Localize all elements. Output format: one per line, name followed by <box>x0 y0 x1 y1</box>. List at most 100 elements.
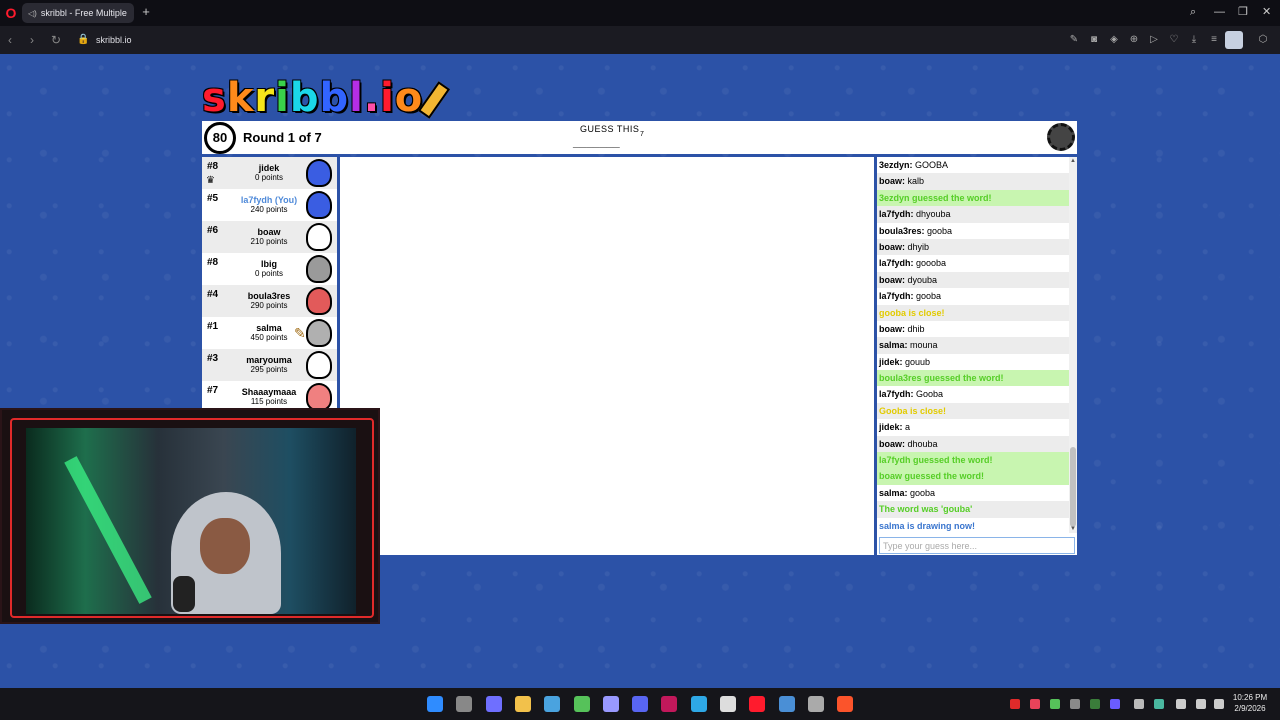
chat-author: la7fydh: <box>879 291 917 302</box>
chat-author: 3ezdyn: <box>879 160 916 170</box>
taskbar-app-icon[interactable] <box>456 696 473 712</box>
tray-green-icon[interactable] <box>1090 699 1100 709</box>
chat-author: la7fydh: <box>879 209 917 220</box>
download-icon[interactable]: ⤓ <box>1188 34 1200 46</box>
chat-message: salma is drawing now! <box>877 517 1069 533</box>
clock-time[interactable]: 10:26 PM <box>1230 693 1270 702</box>
player-row[interactable]: #8 lbig 0 points <box>202 253 337 285</box>
clock-date[interactable]: 2/9/2026 <box>1230 704 1270 713</box>
player-row[interactable]: #6 boaw 210 points <box>202 221 337 253</box>
menu-icon[interactable]: ≡ <box>1208 34 1220 46</box>
heart-icon[interactable]: ♡ <box>1168 34 1180 46</box>
player-row[interactable]: #1 salma 450 points ✎ <box>202 317 337 349</box>
chat-author: salma: <box>879 487 911 498</box>
chat-message: Gooba is close! <box>877 402 1069 420</box>
player-row[interactable]: #5 la7fydh (You) 240 points <box>202 189 337 221</box>
shield-icon[interactable]: ◈ <box>1108 34 1120 46</box>
taskbar-app-icon[interactable] <box>837 696 854 712</box>
scroll-down-icon[interactable]: ▼ <box>1069 525 1077 533</box>
browser-tab[interactable]: ◁) skribbl - Free Multiple <box>22 3 134 23</box>
edit-icon[interactable]: ✎ <box>1068 34 1080 46</box>
player-row[interactable]: #7 Shaaaymaaa 115 points <box>202 381 337 409</box>
taskbar-app-icon[interactable] <box>427 696 443 712</box>
camera-icon[interactable]: ◙ <box>1088 34 1100 46</box>
scroll-thumb[interactable] <box>1070 447 1076 527</box>
tray-settings-icon[interactable] <box>1134 699 1144 709</box>
timer-value: 80 <box>212 130 228 145</box>
drawing-canvas[interactable] <box>340 157 874 555</box>
chat-author: boaw: <box>879 274 908 285</box>
player-row[interactable]: #4 boula3res 290 points <box>202 285 337 317</box>
vpn-icon[interactable]: ⊕ <box>1128 34 1140 46</box>
extensions-icon[interactable]: ⬡ <box>1257 34 1269 46</box>
taskbar-app-icon[interactable] <box>807 696 824 712</box>
tray-steam-icon[interactable] <box>1070 699 1080 709</box>
chat-author: la7fydh: <box>879 258 917 269</box>
chat-message: boaw: dhib <box>877 320 1069 338</box>
player-name: Shaaaymaaa <box>241 387 297 397</box>
chat-text: gouub <box>905 356 931 367</box>
opera-logo-icon[interactable]: O <box>4 5 18 21</box>
chat-message: boaw guessed the word! <box>877 468 1069 485</box>
tray-app-icon[interactable] <box>1030 699 1040 709</box>
tray-cloud-icon[interactable] <box>1154 699 1164 709</box>
chat-text: dyouba <box>907 274 938 285</box>
logo-letter: s <box>202 75 227 121</box>
chat-message: la7fydh: goooba <box>877 255 1069 272</box>
chat-text: Gooba is close! <box>879 405 947 416</box>
chat-text: GOOBA <box>915 160 949 170</box>
taskbar-app-icon[interactable] <box>514 696 531 712</box>
profile-icon[interactable] <box>1225 31 1243 49</box>
tab-audio-icon: ◁) <box>28 9 37 18</box>
new-tab-button[interactable]: + <box>139 5 153 19</box>
taskbar-app-icon[interactable] <box>690 696 707 712</box>
player-row[interactable]: #3 maryouma 295 points <box>202 349 337 381</box>
taskbar-app-icon[interactable] <box>749 696 766 712</box>
settings-gear-icon[interactable] <box>1047 123 1075 151</box>
close-icon[interactable]: ✕ <box>1262 6 1271 18</box>
tray-network-icon[interactable] <box>1196 699 1206 709</box>
player-row[interactable]: #8 jidek 0 points ♛ <box>202 157 337 189</box>
back-icon[interactable]: ‹ <box>8 33 12 47</box>
guess-input[interactable] <box>879 537 1075 554</box>
chat-scrollbar[interactable]: ▲ ▼ <box>1069 157 1077 533</box>
taskbar-app-icon[interactable] <box>544 696 561 712</box>
chat-message: salma: gooba <box>877 484 1069 502</box>
chat-message: The word was 'gouba' <box>877 501 1069 518</box>
taskbar-app-icon[interactable] <box>573 696 590 712</box>
chat-author: jidek: <box>879 422 906 433</box>
player-rank: #3 <box>207 353 219 364</box>
taskbar-app-icon[interactable] <box>632 696 649 712</box>
forward-icon[interactable]: › <box>30 33 34 47</box>
chat-text: gooba <box>927 225 953 236</box>
chat-text: gooba <box>910 487 936 498</box>
taskbar-app-icon[interactable] <box>661 696 678 712</box>
chat-text: dhib <box>907 323 925 334</box>
player-rank: #7 <box>207 385 219 396</box>
player-name: boula3res <box>247 291 291 301</box>
tray-record-icon[interactable] <box>1010 699 1020 709</box>
chat-messages: 3ezdyn: GOOBA boaw: kalb 3ezdyn guessed th… <box>877 157 1069 533</box>
taskbar-app-icon[interactable] <box>720 696 736 712</box>
player-avatar <box>306 319 332 347</box>
tray-mic-icon[interactable] <box>1176 699 1186 709</box>
tray-volume-icon[interactable] <box>1214 699 1224 709</box>
scroll-up-icon[interactable]: ▲ <box>1069 157 1077 165</box>
player-icon[interactable]: ▷ <box>1148 34 1160 46</box>
taskbar-app-icon[interactable] <box>485 696 502 712</box>
search-icon[interactable]: ⌕ <box>1190 6 1196 18</box>
address-bar: ‹ › ↻ 🔒 skribbl.io ✎ ◙ ◈ ⊕ ▷ ♡ ⤓ ≡ ⬡ <box>0 26 1280 54</box>
taskbar-app-icon[interactable] <box>602 696 619 712</box>
tray-purple-icon[interactable] <box>1110 699 1120 709</box>
reload-icon[interactable]: ↻ <box>51 33 61 47</box>
taskbar-app-icon[interactable] <box>778 696 795 712</box>
player-name: la7fydh (You) <box>240 195 298 205</box>
player-rank: #4 <box>207 289 219 300</box>
tray-nvidia-icon[interactable] <box>1050 699 1060 709</box>
chat-text: Gooba <box>916 389 944 400</box>
skribbl-logo: skribbl.io <box>202 74 451 122</box>
chat-text: 3ezdyn guessed the word! <box>879 192 992 203</box>
minimize-icon[interactable]: — <box>1214 6 1225 18</box>
url-field[interactable]: skribbl.io <box>96 33 132 47</box>
maximize-icon[interactable]: ❐ <box>1238 6 1248 18</box>
